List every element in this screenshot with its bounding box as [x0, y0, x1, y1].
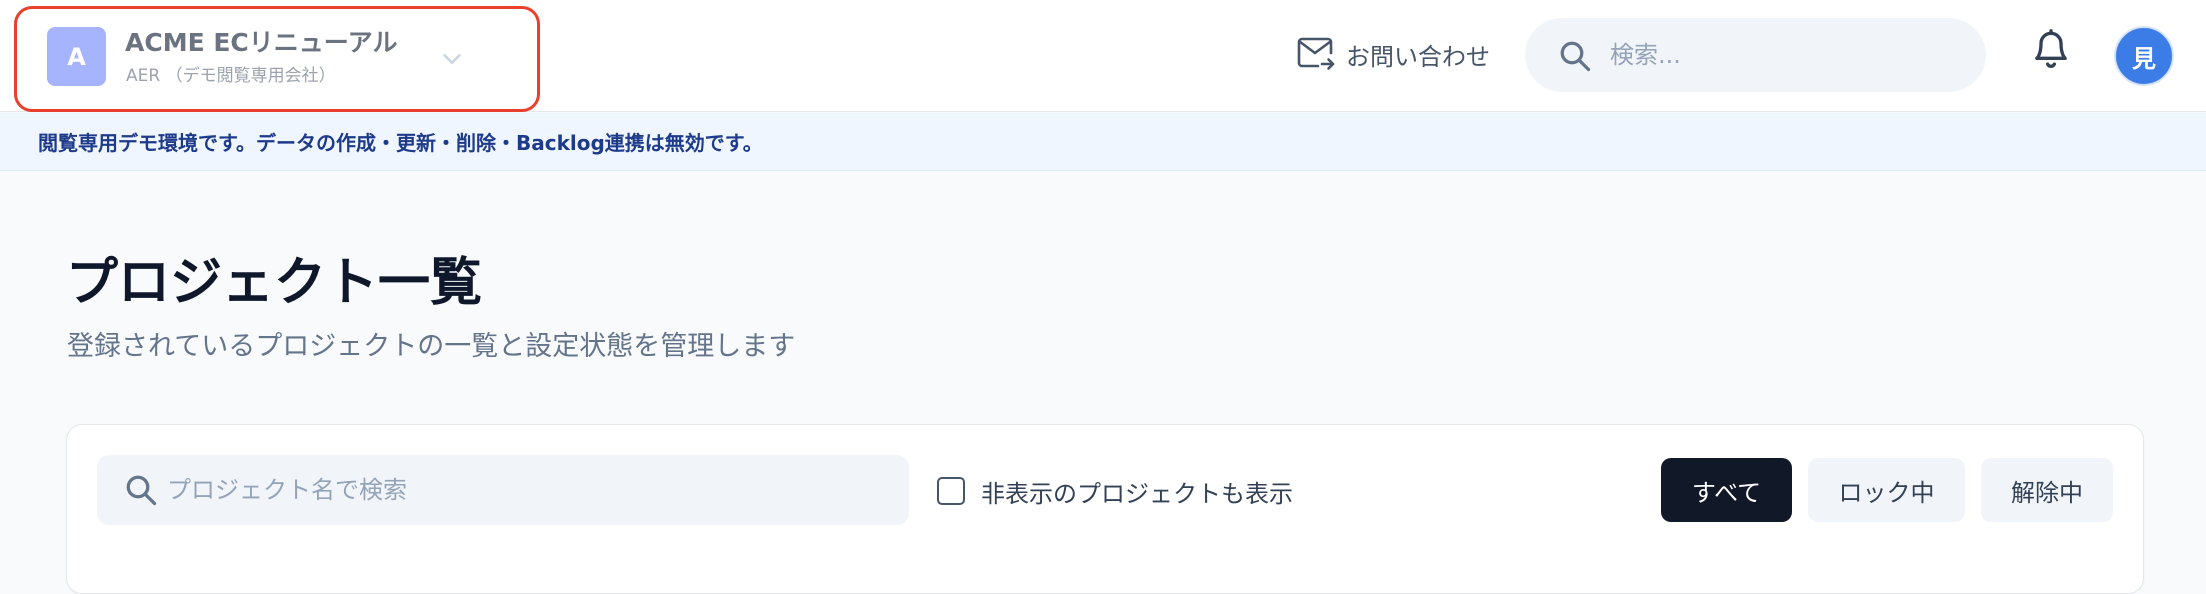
show-hidden-label: 非表示のプロジェクトも表示	[981, 479, 1293, 508]
filter-locked-button[interactable]: ロック中	[1808, 458, 1965, 522]
global-search[interactable]	[1525, 18, 1986, 92]
filter-unlocked-button[interactable]: 解除中	[1981, 458, 2113, 522]
chevron-down-icon	[443, 54, 461, 64]
demo-mode-banner: 閲覧専用デモ環境です。データの作成・更新・削除・Backlog連携は無効です。	[0, 113, 2206, 171]
search-icon	[126, 475, 157, 506]
show-hidden-toggle[interactable]: 非表示のプロジェクトも表示	[937, 471, 1293, 511]
project-switcher[interactable]: A ACME ECリニューアル AER （デモ閲覧専用会社）	[14, 6, 540, 112]
filter-card: 非表示のプロジェクトも表示 すべて ロック中 解除中	[66, 424, 2144, 594]
mail-forward-icon	[1297, 37, 1335, 70]
contact-label: お問い合わせ	[1346, 42, 1490, 71]
bell-icon	[2035, 29, 2067, 68]
project-search[interactable]	[97, 455, 909, 525]
project-company: AER （デモ閲覧専用会社）	[126, 66, 336, 86]
page-subtitle: 登録されているプロジェクトの一覧と設定状態を管理します	[67, 331, 796, 362]
user-avatar[interactable]: 見	[2114, 26, 2174, 86]
filter-all-button[interactable]: すべて	[1661, 458, 1792, 522]
contact-link[interactable]: お問い合わせ	[1296, 34, 1490, 74]
search-icon	[1560, 41, 1591, 72]
project-name: ACME ECリニューアル	[125, 28, 398, 57]
project-search-input[interactable]	[167, 455, 887, 525]
project-avatar: A	[47, 27, 106, 86]
notifications-button[interactable]	[2031, 28, 2071, 72]
show-hidden-checkbox[interactable]	[937, 477, 965, 505]
top-header: A ACME ECリニューアル AER （デモ閲覧専用会社） お問い合わせ 見	[0, 0, 2206, 112]
page-title: プロジェクト一覧	[66, 253, 483, 313]
global-search-input[interactable]	[1610, 18, 1960, 92]
